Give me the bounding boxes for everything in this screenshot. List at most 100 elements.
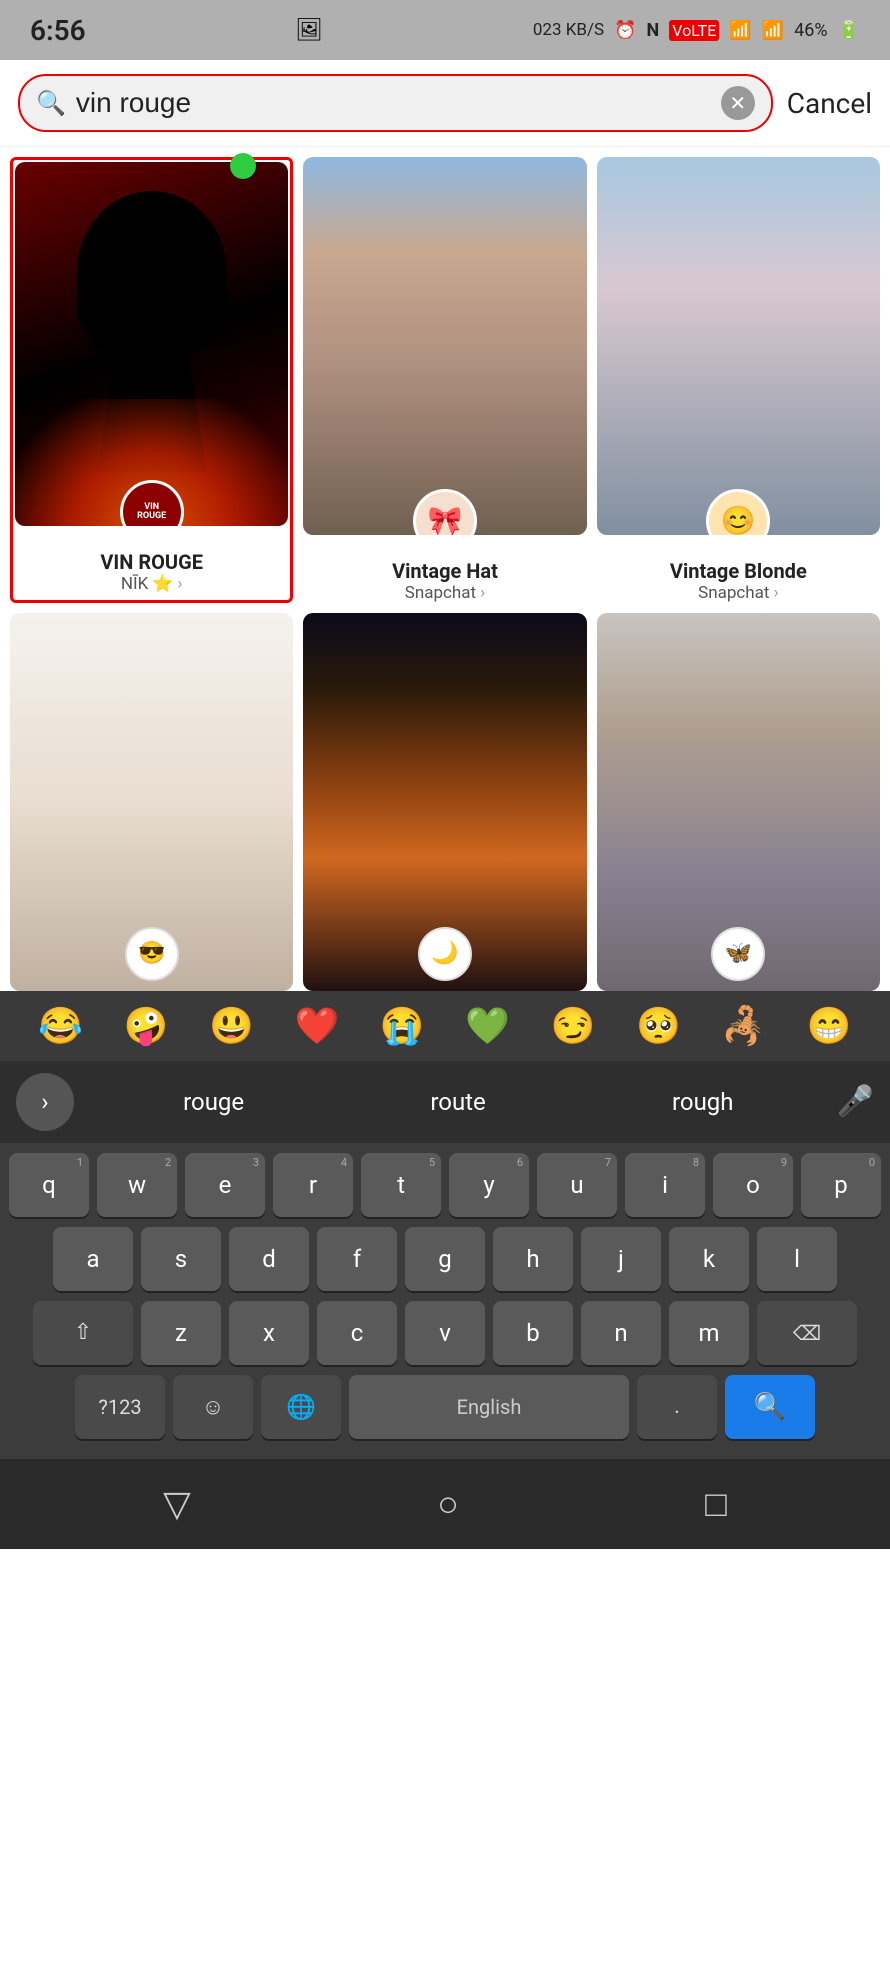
- key-t[interactable]: t5: [361, 1153, 441, 1217]
- key-x[interactable]: x: [229, 1301, 309, 1365]
- outdoor-badge-icon: 🦋: [725, 941, 752, 966]
- key-shift[interactable]: ⇧: [33, 1301, 133, 1365]
- key-p[interactable]: p0: [801, 1153, 881, 1217]
- search-bar-container: 🔍 ✕ Cancel: [0, 60, 890, 147]
- nav-recent-button[interactable]: □: [705, 1483, 727, 1525]
- key-s[interactable]: s: [141, 1227, 221, 1291]
- result-card-vintage-hat[interactable]: 🎀 Vintage Hat Snapchat ›: [303, 157, 586, 603]
- key-q[interactable]: q1: [9, 1153, 89, 1217]
- status-icons: 023 KB/S ⏰ N VoLTE 📶 📶 46% 🔋: [533, 20, 860, 41]
- emoji-pleading[interactable]: 🥺: [636, 1005, 681, 1047]
- keyboard-row-2: a s d f g h j k l: [6, 1227, 884, 1291]
- results-grid: VINROUGE VIN ROUGE NĪK ⭐ › 🎀 Vintage Hat…: [10, 157, 880, 603]
- search-input-wrapper[interactable]: 🔍 ✕: [18, 74, 773, 132]
- search-clear-button[interactable]: ✕: [721, 86, 755, 120]
- vin-rouge-background: [15, 162, 288, 526]
- key-h[interactable]: h: [493, 1227, 573, 1291]
- key-numeric[interactable]: ?123: [75, 1375, 165, 1439]
- key-a[interactable]: a: [53, 1227, 133, 1291]
- status-bar: 6:56 🖼 023 KB/S ⏰ N VoLTE 📶 📶 46% 🔋: [0, 0, 890, 60]
- emoji-smirk[interactable]: 😏: [551, 1005, 596, 1047]
- cancel-button[interactable]: Cancel: [787, 87, 872, 120]
- bottom-nav: ▽ ○ □: [0, 1459, 890, 1549]
- alarm-icon: ⏰: [614, 20, 636, 41]
- key-globe[interactable]: 🌐: [261, 1375, 341, 1439]
- emoji-laugh[interactable]: 😂: [38, 1005, 83, 1047]
- key-r[interactable]: r4: [273, 1153, 353, 1217]
- key-k[interactable]: k: [669, 1227, 749, 1291]
- suggestions-words: rouge route rough: [90, 1088, 827, 1116]
- key-e[interactable]: e3: [185, 1153, 265, 1217]
- star-icon: ⭐: [152, 574, 173, 594]
- key-space[interactable]: English: [349, 1375, 629, 1439]
- emoji-smile[interactable]: 😃: [209, 1005, 254, 1047]
- second-card-outdoor[interactable]: 🦋: [597, 613, 880, 991]
- emoji-green-heart[interactable]: 💚: [465, 1005, 510, 1047]
- key-emoji[interactable]: ☺: [173, 1375, 253, 1439]
- key-f[interactable]: f: [317, 1227, 397, 1291]
- suggestion-rouge[interactable]: rouge: [183, 1088, 244, 1116]
- search-input[interactable]: [76, 87, 711, 119]
- key-n[interactable]: n: [581, 1301, 661, 1365]
- vin-rouge-subtitle: NĪK ⭐ ›: [121, 574, 183, 594]
- key-v[interactable]: v: [405, 1301, 485, 1365]
- vintage-blonde-background: [597, 157, 880, 535]
- key-l[interactable]: l: [757, 1227, 837, 1291]
- key-z[interactable]: z: [141, 1301, 221, 1365]
- green-dot-indicator: [230, 153, 256, 179]
- key-c[interactable]: c: [317, 1301, 397, 1365]
- vintage-blonde-badge-emoji: 😊: [721, 504, 756, 535]
- key-b[interactable]: b: [493, 1301, 573, 1365]
- second-card-sunset[interactable]: 🌙: [303, 613, 586, 991]
- nav-home-button[interactable]: ○: [437, 1483, 459, 1525]
- chevron-icon-hat: ›: [480, 583, 485, 603]
- key-i[interactable]: i8: [625, 1153, 705, 1217]
- key-w[interactable]: w2: [97, 1153, 177, 1217]
- volte-icon: VoLTE: [669, 20, 719, 41]
- emoji-heart[interactable]: ❤️: [294, 1005, 339, 1047]
- result-card-vin-rouge[interactable]: VINROUGE VIN ROUGE NĪK ⭐ ›: [10, 157, 293, 603]
- chevron-icon: ›: [177, 574, 182, 594]
- key-d[interactable]: d: [229, 1227, 309, 1291]
- search-icon: 🔍: [36, 89, 66, 117]
- key-u[interactable]: u7: [537, 1153, 617, 1217]
- result-image-vintage-hat: 🎀: [303, 157, 586, 535]
- nav-back-button[interactable]: ▽: [163, 1483, 191, 1525]
- result-image-vin-rouge: VINROUGE: [15, 162, 288, 526]
- wifi-icon: 📶: [729, 20, 751, 41]
- second-card-sunglasses[interactable]: 😎: [10, 613, 293, 991]
- vin-rouge-badge-text: VINROUGE: [137, 503, 166, 523]
- result-card-vintage-blonde[interactable]: 😊 Vintage Blonde Snapchat ›: [597, 157, 880, 603]
- sunglasses-badge: 😎: [125, 927, 179, 981]
- results-grid-area: VINROUGE VIN ROUGE NĪK ⭐ › 🎀 Vintage Hat…: [0, 147, 890, 603]
- suggestion-route[interactable]: route: [430, 1088, 485, 1116]
- emoji-row: 😂 🤪 😃 ❤️ 😭 💚 😏 🥺 🦂 😁: [0, 991, 890, 1061]
- emoji-tongue[interactable]: 🤪: [124, 1005, 169, 1047]
- key-dot[interactable]: .: [637, 1375, 717, 1439]
- vintage-hat-badge-emoji: 🎀: [428, 504, 463, 535]
- key-g[interactable]: g: [405, 1227, 485, 1291]
- vintage-blonde-title: Vintage Blonde: [670, 559, 807, 583]
- suggestion-expand-button[interactable]: ›: [16, 1073, 74, 1131]
- key-o[interactable]: o9: [713, 1153, 793, 1217]
- keyboard-row-3: ⇧ z x c v b n m ⌫: [6, 1301, 884, 1365]
- emoji-grin[interactable]: 😁: [807, 1005, 852, 1047]
- signal-icon: 📶: [762, 20, 784, 41]
- key-j[interactable]: j: [581, 1227, 661, 1291]
- key-y[interactable]: y6: [449, 1153, 529, 1217]
- result-image-vintage-blonde: 😊: [597, 157, 880, 535]
- network-speed: 023 KB/S: [533, 20, 604, 40]
- keyboard: q1 w2 e3 r4 t5 y6 u7 i8 o9 p0 a s d f g …: [0, 1143, 890, 1459]
- chevron-icon-blonde: ›: [773, 583, 778, 603]
- keyboard-row-bottom: ?123 ☺ 🌐 English . 🔍: [6, 1375, 884, 1439]
- key-search[interactable]: 🔍: [725, 1375, 815, 1439]
- sunset-badge-icon: 🌙: [431, 941, 458, 966]
- suggestion-rough[interactable]: rough: [672, 1088, 734, 1116]
- emoji-cry[interactable]: 😭: [380, 1005, 425, 1047]
- vintage-blonde-subtitle: Snapchat ›: [698, 583, 778, 603]
- vintage-hat-subtitle: Snapchat ›: [405, 583, 485, 603]
- key-m[interactable]: m: [669, 1301, 749, 1365]
- key-backspace[interactable]: ⌫: [757, 1301, 857, 1365]
- emoji-scorpion[interactable]: 🦂: [721, 1005, 766, 1047]
- microphone-icon[interactable]: 🎤: [837, 1084, 874, 1119]
